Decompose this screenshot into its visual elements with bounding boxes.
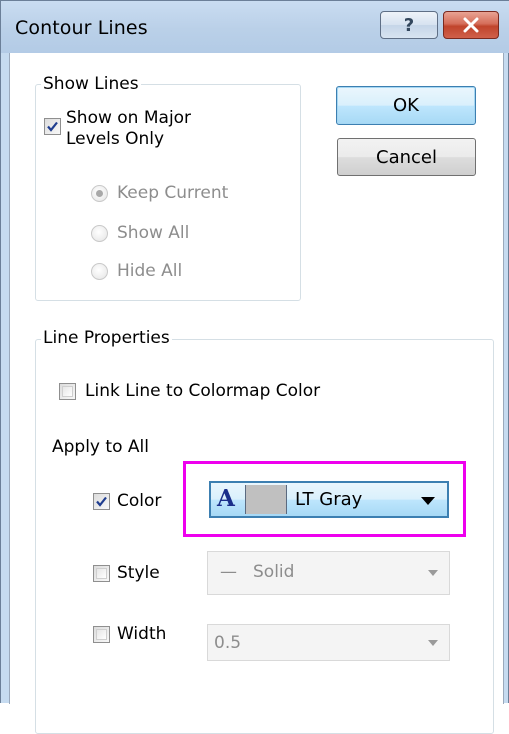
- help-icon: ?: [403, 14, 415, 36]
- link-colormap-label: Link Line to Colormap Color: [85, 381, 321, 401]
- cancel-button[interactable]: Cancel: [337, 138, 476, 176]
- style-label: Style: [117, 563, 160, 583]
- show-all-label: Show All: [117, 223, 190, 243]
- ok-button[interactable]: OK: [336, 86, 476, 125]
- ok-button-label: OK: [393, 95, 419, 116]
- hide-all-label: Hide All: [117, 261, 183, 281]
- show-all-radio[interactable]: [91, 225, 108, 242]
- width-dropdown[interactable]: 0.5: [207, 624, 450, 661]
- show-major-only-checkbox[interactable]: [44, 118, 61, 135]
- style-value: Solid: [253, 562, 295, 582]
- keep-current-label: Keep Current: [117, 183, 229, 203]
- keep-current-radio[interactable]: [91, 185, 108, 202]
- chevron-down-icon: [428, 570, 438, 576]
- help-button[interactable]: ?: [380, 11, 438, 39]
- line-properties-group-label: Line Properties: [41, 328, 172, 348]
- color-label: Color: [117, 491, 162, 511]
- chevron-down-icon: [428, 639, 438, 646]
- show-major-only-label-line2: Levels Only: [66, 129, 165, 149]
- title-bar[interactable]: Contour Lines ?: [1, 1, 509, 53]
- apply-to-all-label: Apply to All: [52, 437, 149, 457]
- show-major-only-label-line1: Show on Major: [66, 108, 192, 128]
- show-lines-group-label: Show Lines: [41, 74, 141, 94]
- close-button[interactable]: [443, 11, 499, 39]
- checkmark-icon: [47, 121, 58, 132]
- dialog-body: Show Lines Show on Major Levels Only Kee…: [9, 53, 504, 734]
- color-dropdown[interactable]: A LT Gray: [209, 481, 449, 518]
- hide-all-radio[interactable]: [91, 263, 108, 280]
- style-dropdown[interactable]: — Solid: [207, 551, 450, 595]
- close-icon: [463, 17, 479, 33]
- color-swatch: [245, 485, 287, 514]
- line-style-icon: —: [220, 562, 237, 582]
- font-color-icon: A: [217, 485, 235, 512]
- chevron-down-icon: [421, 497, 435, 505]
- width-value: 0.5: [214, 633, 242, 653]
- cancel-button-label: Cancel: [376, 146, 437, 168]
- link-colormap-checkbox[interactable]: [59, 383, 76, 400]
- dialog-window: Contour Lines ? Show Lines Show on Major…: [0, 0, 509, 734]
- width-label: Width: [117, 624, 167, 644]
- width-dropdown-arrow[interactable]: [417, 625, 449, 660]
- style-checkbox[interactable]: [93, 565, 110, 582]
- color-checkbox[interactable]: [93, 493, 110, 510]
- color-value: LT Gray: [295, 489, 363, 510]
- dialog-title: Contour Lines: [15, 17, 148, 39]
- checkmark-icon: [96, 496, 107, 507]
- style-dropdown-arrow[interactable]: [417, 552, 449, 594]
- width-checkbox[interactable]: [93, 626, 110, 643]
